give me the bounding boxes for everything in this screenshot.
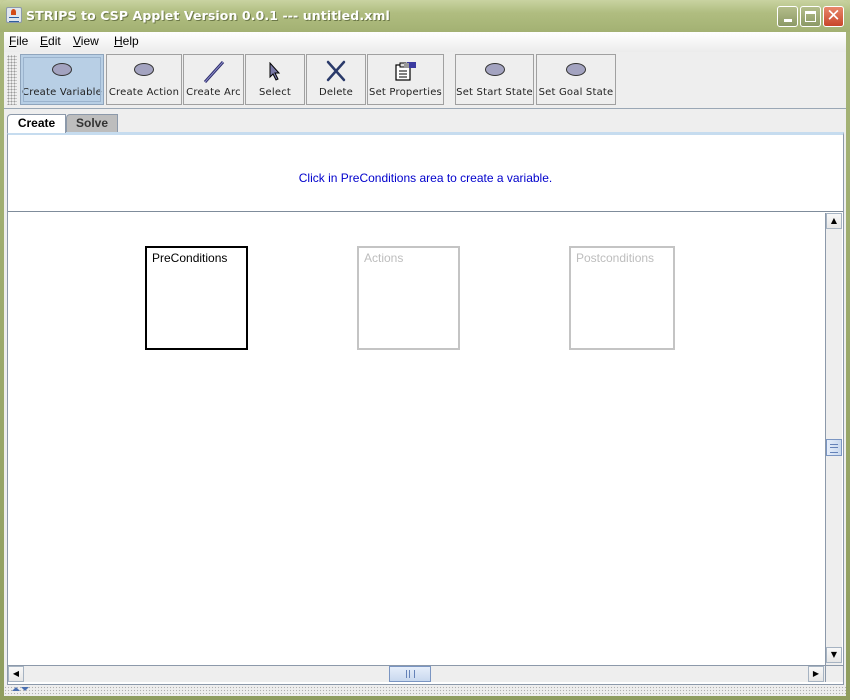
menu-file[interactable]: File <box>9 34 28 48</box>
application-window: STRIPS to CSP Applet Version 0.0.1 --- u… <box>0 0 850 700</box>
properties-icon <box>394 62 416 81</box>
expand-up-icon[interactable] <box>12 687 20 691</box>
oval-icon <box>134 63 154 76</box>
vertical-scroll-thumb[interactable] <box>826 439 842 456</box>
postconditions-region[interactable]: Postconditions <box>569 246 675 350</box>
status-message: Click in PreConditions area to create a … <box>298 171 553 185</box>
set-start-state-button[interactable]: Set Start State <box>455 54 534 105</box>
menu-bar: File Edit View Help <box>4 32 846 52</box>
oval-icon <box>566 63 586 76</box>
set-goal-state-button[interactable]: Set Goal State <box>536 54 616 105</box>
scroll-right-button[interactable]: ▶ <box>808 666 824 682</box>
split-pane-divider[interactable] <box>4 686 846 696</box>
oval-icon <box>484 63 505 76</box>
select-button[interactable]: Select <box>245 54 305 105</box>
x-icon <box>326 60 346 82</box>
region-label: Actions <box>364 251 404 265</box>
menu-view[interactable]: View <box>73 34 99 48</box>
preconditions-region[interactable]: PreConditions <box>145 246 248 350</box>
client-area: File Edit View Help Create Variable Crea… <box>4 32 846 696</box>
horizontal-scroll-thumb[interactable] <box>389 666 431 682</box>
scroll-left-button[interactable]: ◀ <box>8 666 24 682</box>
create-panel: Click in PreConditions area to create a … <box>7 132 844 685</box>
create-variable-button[interactable]: Create Variable <box>20 54 104 105</box>
maximize-button[interactable] <box>800 6 821 27</box>
tab-create[interactable]: Create <box>7 114 66 133</box>
create-action-button[interactable]: Create Action <box>106 54 182 105</box>
minimize-icon <box>784 19 792 22</box>
horizontal-scrollbar[interactable]: ◀ ▶ <box>8 665 825 682</box>
close-button[interactable]: ✕ <box>823 6 844 27</box>
set-properties-button[interactable]: Set Properties <box>367 54 444 105</box>
minimize-button[interactable] <box>777 6 798 27</box>
maximize-icon <box>805 11 816 22</box>
message-area: Click in PreConditions area to create a … <box>8 135 843 212</box>
close-icon: ✕ <box>826 6 841 26</box>
actions-region[interactable]: Actions <box>357 246 460 350</box>
expand-down-icon[interactable] <box>21 687 29 691</box>
menu-edit[interactable]: Edit <box>40 34 61 48</box>
toolbar: Create Variable Create Action Create Arc… <box>4 52 846 109</box>
window-title: STRIPS to CSP Applet Version 0.0.1 --- u… <box>26 8 390 23</box>
menu-help[interactable]: Help <box>114 34 139 48</box>
scroll-down-button[interactable]: ▼ <box>826 647 842 663</box>
toolbar-grip[interactable] <box>7 55 17 105</box>
java-app-icon <box>6 7 22 23</box>
delete-button[interactable]: Delete <box>306 54 366 105</box>
scroll-corner <box>825 665 843 682</box>
line-icon <box>203 60 224 84</box>
tab-bar: Create Solve <box>4 110 846 133</box>
region-label: PreConditions <box>152 251 228 265</box>
scroll-up-button[interactable]: ▲ <box>826 213 842 229</box>
create-arc-button[interactable]: Create Arc <box>183 54 244 105</box>
graph-canvas[interactable]: PreConditions Actions Postconditions <box>8 213 825 665</box>
region-label: Postconditions <box>576 251 655 265</box>
oval-icon <box>52 63 72 76</box>
arrow-cursor-icon <box>269 62 281 81</box>
vertical-scrollbar[interactable]: ▲ ▼ <box>825 213 842 665</box>
tab-solve[interactable]: Solve <box>66 114 118 133</box>
title-bar[interactable]: STRIPS to CSP Applet Version 0.0.1 --- u… <box>0 0 850 32</box>
